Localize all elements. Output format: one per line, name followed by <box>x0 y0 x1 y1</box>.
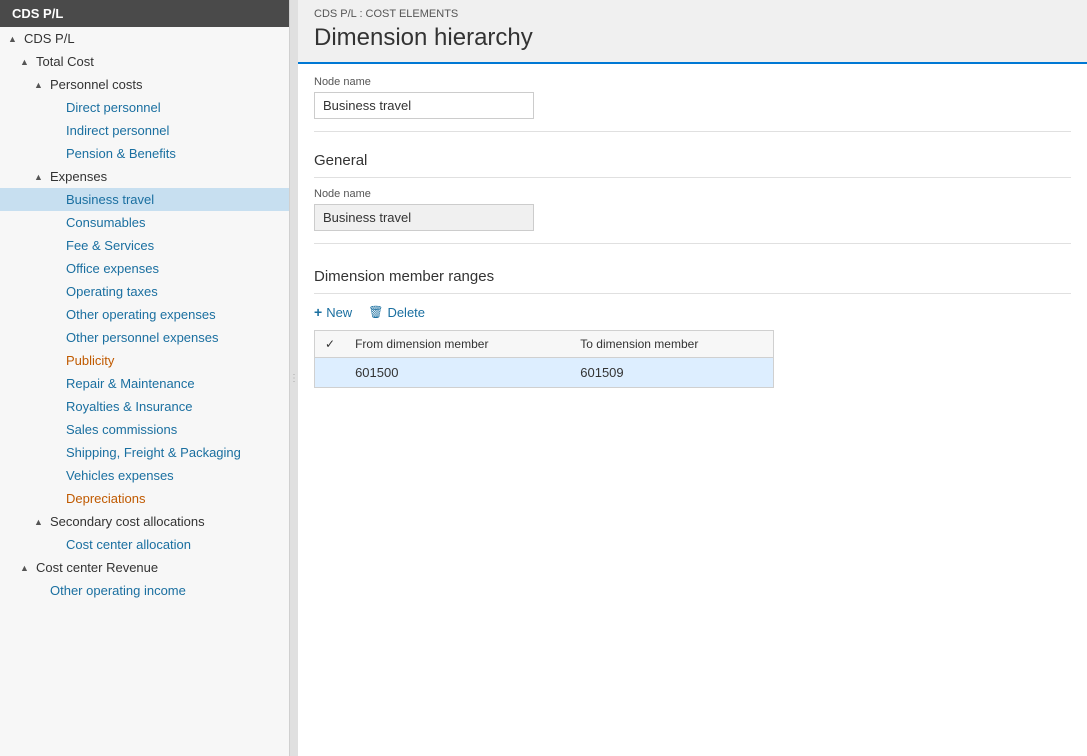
table-row[interactable]: 601500601509 <box>315 358 773 388</box>
sidebar-item-expenses[interactable]: ▲Expenses <box>0 165 289 188</box>
sidebar-item-other-operating-income[interactable]: Other operating income <box>0 579 289 602</box>
sidebar-item-label-pension-benefits: Pension & Benefits <box>66 146 176 161</box>
tree-toggle-expenses[interactable]: ▲ <box>34 172 48 182</box>
sidebar-item-operating-taxes[interactable]: Operating taxes <box>0 280 289 303</box>
sidebar-item-label-office-expenses: Office expenses <box>66 261 159 276</box>
content-area: Node name Business travel General Node n… <box>298 64 1087 400</box>
tree-container: ▲CDS P/L▲Total Cost▲Personnel costsDirec… <box>0 27 289 602</box>
delete-button[interactable]: 🗑 Delete <box>368 303 425 322</box>
to-dimension-member-0: 601509 <box>570 358 773 388</box>
sidebar-item-indirect-personnel[interactable]: Indirect personnel <box>0 119 289 142</box>
tree-toggle-cost-center-revenue[interactable]: ▲ <box>20 563 34 573</box>
sidebar-item-label-depreciations: Depreciations <box>66 491 146 506</box>
sidebar-item-label-operating-taxes: Operating taxes <box>66 284 158 299</box>
sidebar-item-label-personnel-costs: Personnel costs <box>50 77 143 92</box>
sidebar-item-label-cds-pl: CDS P/L <box>24 31 75 46</box>
sidebar-item-label-total-cost: Total Cost <box>36 54 94 69</box>
sidebar-item-label-indirect-personnel: Indirect personnel <box>66 123 169 138</box>
toolbar: + New 🗑 Delete <box>314 302 1071 322</box>
sidebar-item-label-business-travel: Business travel <box>66 192 154 207</box>
sidebar-item-label-other-operating-expenses: Other operating expenses <box>66 307 216 322</box>
node-name-label-general: Node name <box>314 188 1071 200</box>
sidebar-item-depreciations[interactable]: Depreciations <box>0 487 289 510</box>
dimension-table: ✓ From dimension member To dimension mem… <box>315 331 773 387</box>
sidebar-item-royalties-insurance[interactable]: Royalties & Insurance <box>0 395 289 418</box>
sidebar: CDS P/L ▲CDS P/L▲Total Cost▲Personnel co… <box>0 0 290 756</box>
sidebar-item-cost-center-alloc[interactable]: Cost center allocation <box>0 533 289 556</box>
sidebar-item-publicity[interactable]: Publicity <box>0 349 289 372</box>
tree-toggle-personnel-costs[interactable]: ▲ <box>34 80 48 90</box>
from-dimension-member-0: 601500 <box>345 358 570 388</box>
sidebar-item-vehicles-expenses[interactable]: Vehicles expenses <box>0 464 289 487</box>
sidebar-item-pension-benefits[interactable]: Pension & Benefits <box>0 142 289 165</box>
sidebar-item-personnel-costs[interactable]: ▲Personnel costs <box>0 73 289 96</box>
general-section-title: General <box>314 142 1071 178</box>
dimension-member-ranges-title: Dimension member ranges <box>314 254 1071 294</box>
sidebar-item-other-personnel-expenses[interactable]: Other personnel expenses <box>0 326 289 349</box>
sidebar-item-total-cost[interactable]: ▲Total Cost <box>0 50 289 73</box>
sidebar-item-secondary-cost-alloc[interactable]: ▲Secondary cost allocations <box>0 510 289 533</box>
sidebar-item-label-expenses: Expenses <box>50 169 107 184</box>
splitter[interactable]: ⋮ <box>290 0 298 756</box>
node-name-value-general: Business travel <box>314 204 534 231</box>
page-title: Dimension hierarchy <box>314 24 1071 52</box>
check-col-header: ✓ <box>315 331 345 358</box>
sidebar-item-cost-center-revenue[interactable]: ▲Cost center Revenue <box>0 556 289 579</box>
sidebar-item-shipping-freight[interactable]: Shipping, Freight & Packaging <box>0 441 289 464</box>
dimension-table-container: ✓ From dimension member To dimension mem… <box>314 330 774 388</box>
breadcrumb: CDS P/L : COST ELEMENTS <box>314 8 1071 20</box>
tree-toggle-secondary-cost-alloc[interactable]: ▲ <box>34 517 48 527</box>
node-name-value-top: Business travel <box>314 92 534 119</box>
tree-toggle-total-cost[interactable]: ▲ <box>20 57 34 67</box>
sidebar-item-office-expenses[interactable]: Office expenses <box>0 257 289 280</box>
sidebar-item-label-shipping-freight: Shipping, Freight & Packaging <box>66 445 241 460</box>
table-body: 601500601509 <box>315 358 773 388</box>
main-header: CDS P/L : COST ELEMENTS Dimension hierar… <box>298 0 1087 64</box>
sidebar-item-sales-commissions[interactable]: Sales commissions <box>0 418 289 441</box>
to-col-header: To dimension member <box>570 331 773 358</box>
sidebar-item-label-cost-center-revenue: Cost center Revenue <box>36 560 158 575</box>
sidebar-item-label-fee-services: Fee & Services <box>66 238 154 253</box>
tree-toggle-cds-pl[interactable]: ▲ <box>8 34 22 44</box>
delete-label: Delete <box>387 305 425 320</box>
from-col-header: From dimension member <box>345 331 570 358</box>
sidebar-item-label-cost-center-alloc: Cost center allocation <box>66 537 191 552</box>
sidebar-item-other-operating-expenses[interactable]: Other operating expenses <box>0 303 289 326</box>
sidebar-item-label-secondary-cost-alloc: Secondary cost allocations <box>50 514 205 529</box>
new-label: New <box>326 305 352 320</box>
main-panel: CDS P/L : COST ELEMENTS Dimension hierar… <box>298 0 1087 756</box>
delete-icon: 🗑 <box>368 305 383 319</box>
sidebar-item-consumables[interactable]: Consumables <box>0 211 289 234</box>
sidebar-item-label-royalties-insurance: Royalties & Insurance <box>66 399 192 414</box>
sidebar-item-label-sales-commissions: Sales commissions <box>66 422 177 437</box>
row-check-0[interactable] <box>315 358 345 388</box>
sidebar-item-label-other-personnel-expenses: Other personnel expenses <box>66 330 218 345</box>
sidebar-item-fee-services[interactable]: Fee & Services <box>0 234 289 257</box>
sidebar-item-cds-pl[interactable]: ▲CDS P/L <box>0 27 289 50</box>
plus-icon: + <box>314 304 322 320</box>
sidebar-item-direct-personnel[interactable]: Direct personnel <box>0 96 289 119</box>
node-name-label-top: Node name <box>314 76 1071 88</box>
new-button[interactable]: + New <box>314 302 352 322</box>
sidebar-item-label-other-operating-income: Other operating income <box>50 583 186 598</box>
sidebar-item-business-travel[interactable]: Business travel <box>0 188 289 211</box>
sidebar-item-label-publicity: Publicity <box>66 353 114 368</box>
sidebar-item-repair-maintenance[interactable]: Repair & Maintenance <box>0 372 289 395</box>
sidebar-item-label-consumables: Consumables <box>66 215 146 230</box>
sidebar-item-label-vehicles-expenses: Vehicles expenses <box>66 468 174 483</box>
sidebar-header: CDS P/L <box>0 0 289 27</box>
sidebar-item-label-repair-maintenance: Repair & Maintenance <box>66 376 195 391</box>
sidebar-item-label-direct-personnel: Direct personnel <box>66 100 161 115</box>
